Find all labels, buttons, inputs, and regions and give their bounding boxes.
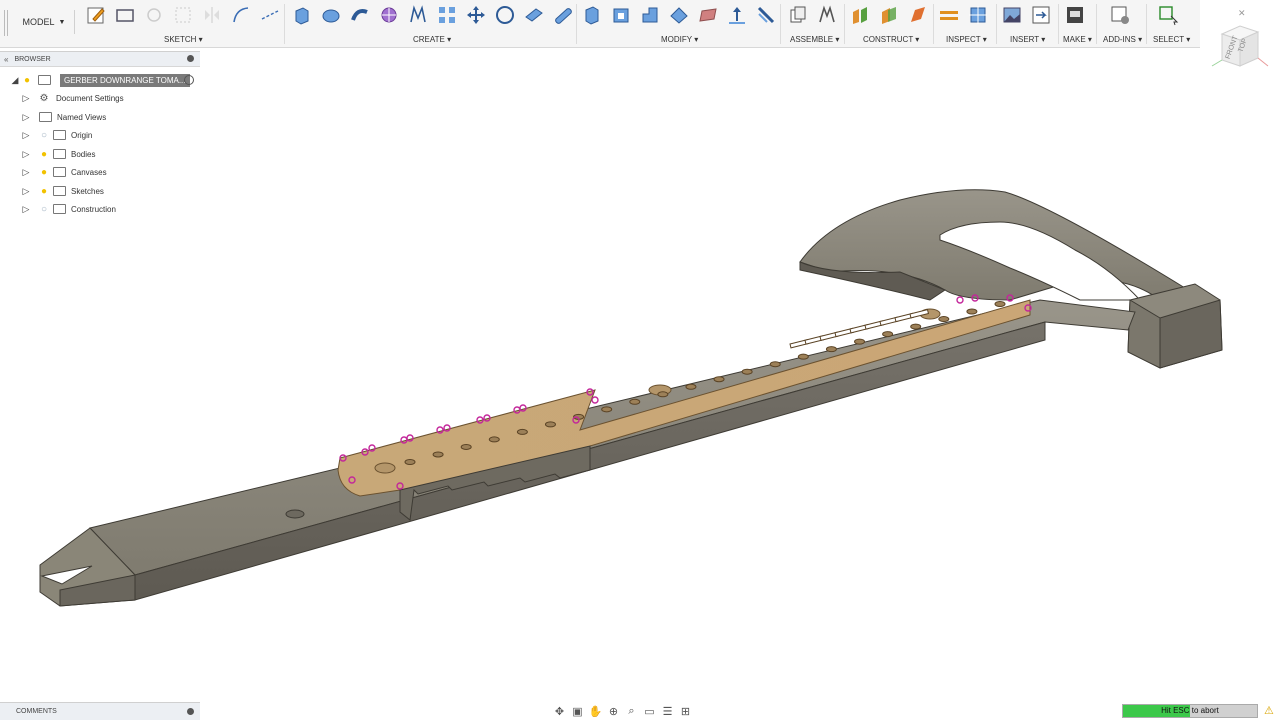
activate-target-icon[interactable] bbox=[184, 75, 194, 85]
pan-icon[interactable]: ✋ bbox=[588, 704, 603, 718]
handle-hole bbox=[460, 443, 472, 450]
collapsed-triangle-icon[interactable]: ▷ bbox=[21, 186, 31, 197]
handle-hole bbox=[741, 368, 753, 375]
handle-hole bbox=[544, 421, 556, 428]
collapsed-triangle-icon[interactable]: ▷ bbox=[21, 93, 31, 104]
lightbulb-off-icon[interactable]: ○ bbox=[37, 130, 51, 141]
document-name: GERBER DOWNRANGE TOMA... bbox=[60, 73, 190, 87]
gear-icon: ⚙ bbox=[39, 92, 49, 104]
handle-hole bbox=[629, 398, 641, 405]
handle-hole bbox=[882, 331, 894, 338]
progress-bar: Hit ESC to abort bbox=[1122, 704, 1258, 718]
browser-item-origin[interactable]: ▷ ○ Origin bbox=[0, 126, 200, 144]
lightbulb-icon[interactable]: ● bbox=[37, 186, 51, 197]
handle-hole bbox=[769, 361, 781, 368]
folder-icon bbox=[53, 167, 66, 177]
handle-hole bbox=[516, 428, 528, 435]
handle-hole bbox=[938, 316, 950, 323]
browser-item-bodies[interactable]: ▷ ● Bodies bbox=[0, 145, 200, 163]
handle-hole bbox=[825, 346, 837, 353]
collapsed-triangle-icon[interactable]: ▷ bbox=[21, 112, 31, 123]
handle-hole bbox=[713, 376, 725, 383]
collapse-panel-icon[interactable]: « bbox=[4, 55, 8, 64]
lightbulb-icon[interactable]: ● bbox=[20, 75, 34, 86]
folder-icon bbox=[53, 130, 66, 140]
browser-item-label: Bodies bbox=[71, 149, 96, 159]
folder-icon bbox=[39, 112, 52, 122]
pin-icon[interactable] bbox=[187, 708, 194, 715]
handle-hole bbox=[404, 459, 416, 465]
handle-hole bbox=[488, 436, 500, 443]
handle-hole bbox=[797, 353, 809, 360]
collapsed-triangle-icon[interactable]: ▷ bbox=[21, 149, 31, 160]
handle-hole bbox=[966, 308, 978, 315]
folder-icon bbox=[53, 149, 66, 159]
handle-hole bbox=[910, 323, 922, 330]
handle-hole bbox=[601, 406, 613, 413]
collapsed-triangle-icon[interactable]: ▷ bbox=[21, 130, 31, 141]
orbit-icon[interactable]: ✥ bbox=[552, 704, 567, 718]
display-settings-icon[interactable]: ▭ bbox=[642, 704, 657, 718]
handle-hole bbox=[657, 391, 669, 398]
sketch-profile bbox=[337, 299, 1031, 521]
browser-item-document-settings[interactable]: ▷ ⚙ Document Settings bbox=[0, 89, 200, 107]
lightbulb-icon[interactable]: ● bbox=[37, 167, 51, 178]
browser-item-sketches[interactable]: ▷ ● Sketches bbox=[0, 182, 200, 200]
folder-icon bbox=[53, 186, 66, 196]
collapsed-triangle-icon[interactable]: ▷ bbox=[21, 204, 31, 215]
progress-text: Hit ESC to abort bbox=[1161, 706, 1219, 715]
zoom-icon[interactable]: ⊕ bbox=[606, 704, 621, 718]
lightbulb-icon[interactable]: ● bbox=[37, 149, 51, 160]
handle-hole bbox=[854, 338, 866, 345]
document-icon bbox=[38, 75, 51, 85]
comments-title: COMMENTS bbox=[16, 708, 57, 715]
browser-panel: « BROWSER ◢ ● GERBER DOWNRANGE TOMA... ▷… bbox=[0, 51, 200, 221]
sketch-constraint-point[interactable] bbox=[956, 296, 964, 304]
browser-item-label: Construction bbox=[71, 204, 116, 214]
browser-item-construction[interactable]: ▷ ○ Construction bbox=[0, 200, 200, 218]
grid-settings-icon[interactable]: ☰ bbox=[660, 704, 675, 718]
handle-hole bbox=[685, 383, 697, 390]
browser-item-canvases[interactable]: ▷ ● Canvases bbox=[0, 163, 200, 181]
handle-hole bbox=[432, 451, 444, 458]
sketch-constraint-point[interactable] bbox=[591, 396, 599, 404]
browser-item-label: Origin bbox=[71, 130, 93, 140]
pin-icon[interactable] bbox=[187, 55, 194, 62]
folder-icon bbox=[53, 204, 66, 214]
browser-item-label: Document Settings bbox=[56, 93, 124, 103]
look-at-icon[interactable]: ▣ bbox=[570, 704, 585, 718]
collapsed-triangle-icon[interactable]: ▷ bbox=[21, 167, 31, 178]
browser-item-named-views[interactable]: ▷ Named Views bbox=[0, 108, 200, 126]
handle-hole bbox=[994, 301, 1006, 307]
lightbulb-off-icon[interactable]: ○ bbox=[37, 204, 51, 215]
comments-panel[interactable]: COMMENTS bbox=[0, 702, 200, 720]
browser-item-label: Canvases bbox=[71, 167, 107, 177]
viewports-icon[interactable]: ⊞ bbox=[678, 704, 693, 718]
navigation-bar: ✥ ▣ ✋ ⊕ ⌕ ▭ ☰ ⊞ bbox=[552, 702, 722, 720]
expanded-triangle-icon[interactable]: ◢ bbox=[10, 75, 20, 86]
warning-icon[interactable]: ⚠ bbox=[1264, 704, 1274, 717]
browser-item-label: Sketches bbox=[71, 186, 104, 196]
fit-icon[interactable]: ⌕ bbox=[624, 704, 639, 718]
browser-title: BROWSER bbox=[14, 55, 51, 63]
browser-header[interactable]: « BROWSER bbox=[0, 51, 200, 67]
browser-root-node[interactable]: ◢ ● GERBER DOWNRANGE TOMA... bbox=[0, 71, 200, 89]
browser-item-label: Named Views bbox=[57, 112, 107, 122]
